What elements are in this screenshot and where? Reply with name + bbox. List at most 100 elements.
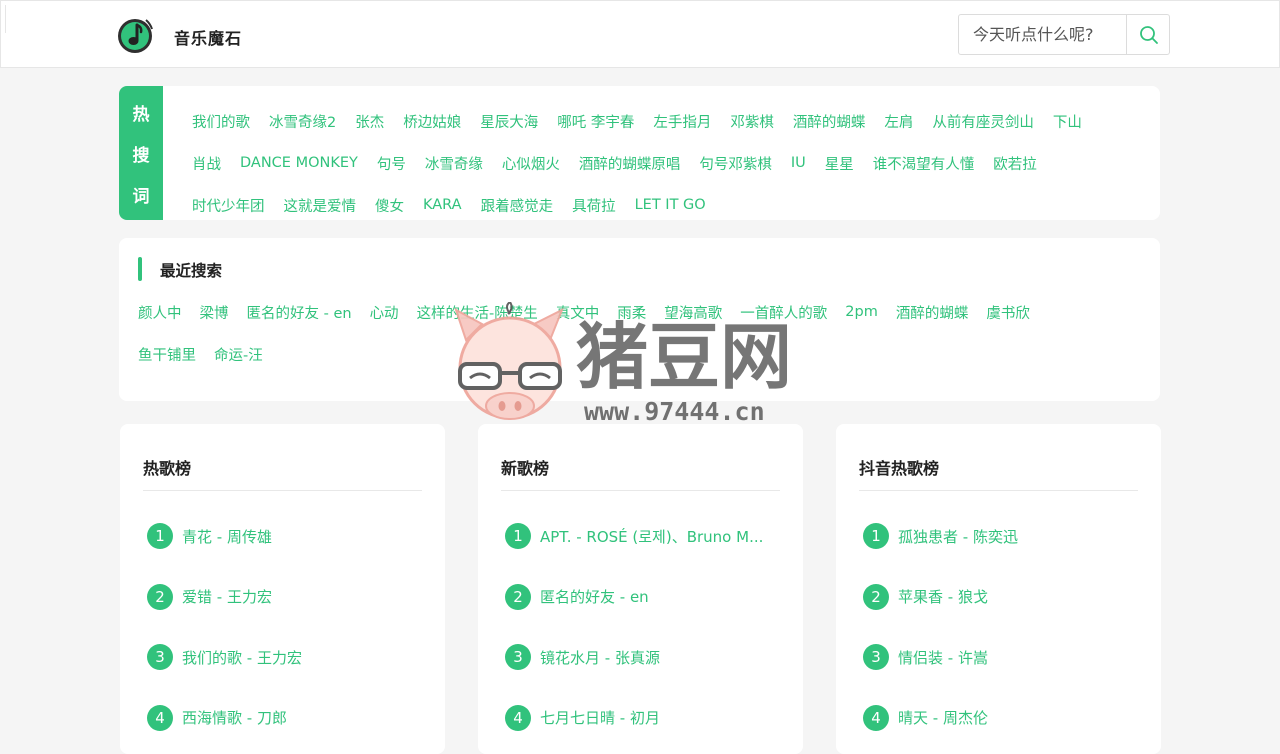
hot-keyword[interactable]: IU: [791, 155, 806, 171]
song-title[interactable]: 苹果香 - 狼戈: [898, 586, 988, 607]
song-item[interactable]: 3 我们的歌 - 王力宏: [147, 627, 427, 688]
song-item[interactable]: 3 镜花水月 - 张真源: [505, 627, 785, 688]
hot-keyword[interactable]: 哪吒 李宇春: [557, 111, 634, 132]
recent-keyword[interactable]: 心动: [370, 302, 399, 323]
hot-keyword[interactable]: 左肩: [884, 111, 913, 132]
hot-label-char: 词: [132, 186, 150, 207]
song-title[interactable]: 镜花水月 - 张真源: [540, 647, 660, 668]
hot-keyword[interactable]: 酒醉的蝴蝶: [793, 111, 866, 132]
hot-keyword[interactable]: 欧若拉: [993, 153, 1037, 174]
rank-badge: 1: [863, 523, 889, 550]
site-brand[interactable]: 音乐魔石: [174, 25, 242, 49]
song-title[interactable]: 七月七日晴 - 初月: [540, 707, 660, 728]
divider: [859, 490, 1138, 491]
hot-keyword[interactable]: 具荷拉: [572, 195, 616, 216]
recent-keyword[interactable]: 命运-汪: [214, 344, 263, 365]
song-title[interactable]: 我们的歌 - 王力宏: [182, 647, 302, 668]
song-title[interactable]: 晴天 - 周杰伦: [898, 707, 988, 728]
song-item[interactable]: 2 爱错 - 王力宏: [147, 567, 427, 628]
hot-keyword[interactable]: 酒醉的蝴蝶原唱: [579, 153, 681, 174]
song-item[interactable]: 4 西海情歌 - 刀郎: [147, 688, 427, 749]
song-list: 1 青花 - 周传雄 2 爱错 - 王力宏 3 我们的歌 - 王力宏 4 西海情歌 - …: [147, 506, 427, 748]
recent-keyword[interactable]: 这样的生活-陈楚生: [417, 302, 538, 323]
rank-badge: 2: [863, 583, 889, 610]
hot-label-char: 搜: [132, 145, 150, 166]
hot-keyword[interactable]: 这就是爱情: [284, 195, 357, 216]
hot-keyword[interactable]: 冰雪奇缘: [425, 153, 483, 174]
watermark-url: www.97444.cn: [584, 397, 765, 426]
chart-title[interactable]: 热歌榜: [143, 455, 191, 479]
recent-keyword[interactable]: 雨柔: [617, 302, 646, 323]
rank-badge: 2: [505, 583, 531, 610]
hot-keyword-row: 我们的歌 冰雪奇缘2 张杰 桥边姑娘 星辰大海 哪吒 李宇春 左手指月 邓紫棋 …: [192, 100, 1152, 142]
hot-keyword[interactable]: KARA: [423, 197, 462, 213]
song-title[interactable]: 青花 - 周传雄: [182, 526, 272, 547]
search-button[interactable]: [1126, 15, 1171, 54]
song-item[interactable]: 3 情侣装 - 许嵩: [863, 627, 1143, 688]
hot-keyword[interactable]: DANCE MONKEY: [240, 155, 358, 171]
rank-badge: 1: [505, 523, 531, 550]
hot-search-label: 热 搜 词: [119, 86, 163, 220]
hot-keyword[interactable]: 句号邓紫棋: [699, 153, 772, 174]
hot-keyword[interactable]: 邓紫棋: [730, 111, 774, 132]
recent-keyword[interactable]: 匿名的好友 - en: [247, 302, 352, 323]
hot-keyword[interactable]: 桥边姑娘: [403, 111, 461, 132]
hot-keyword[interactable]: 肖战: [192, 153, 221, 174]
recent-keyword-row: 鱼干铺里 命运-汪: [138, 333, 1138, 375]
song-title[interactable]: 爱错 - 王力宏: [182, 586, 272, 607]
hot-keyword[interactable]: 冰雪奇缘2: [269, 111, 336, 132]
song-item[interactable]: 4 晴天 - 周杰伦: [863, 688, 1143, 749]
chart-card-hot: 热歌榜 1 青花 - 周传雄 2 爱错 - 王力宏 3 我们的歌 - 王力宏 4 西海情…: [120, 424, 445, 754]
chart-card-douyin: 抖音热歌榜 1 孤独患者 - 陈奕迅 2 苹果香 - 狼戈 3 情侣装 - 许嵩 4晴…: [836, 424, 1161, 754]
song-item[interactable]: 4 七月七日晴 - 初月: [505, 688, 785, 749]
recent-keyword[interactable]: 2pm: [845, 304, 878, 320]
chart-title[interactable]: 抖音热歌榜: [859, 455, 939, 479]
hot-keyword[interactable]: 星星: [825, 153, 854, 174]
song-item[interactable]: 1 孤独患者 - 陈奕迅: [863, 506, 1143, 567]
chart-title[interactable]: 新歌榜: [501, 455, 549, 479]
hot-keyword[interactable]: 谁不渴望有人懂: [873, 153, 975, 174]
hot-keyword[interactable]: 左手指月: [653, 111, 711, 132]
hot-keyword[interactable]: 句号: [377, 153, 406, 174]
search-box: [958, 14, 1170, 55]
recent-search-panel: 最近搜索 颜人中 梁博 匿名的好友 - en 心动 这样的生活-陈楚生 真文中 …: [119, 238, 1160, 401]
hot-keyword[interactable]: 跟着感觉走: [481, 195, 554, 216]
hot-keyword[interactable]: 星辰大海: [480, 111, 538, 132]
song-title[interactable]: 孤独患者 - 陈奕迅: [898, 526, 1018, 547]
song-item[interactable]: 1 青花 - 周传雄: [147, 506, 427, 567]
recent-keyword[interactable]: 酒醉的蝴蝶: [896, 302, 969, 323]
rank-badge: 4: [147, 704, 173, 731]
hot-keyword[interactable]: 傻女: [375, 195, 404, 216]
hot-keyword-row: 时代少年团 这就是爱情 傻女 KARA 跟着感觉走 具荷拉 LET IT GO: [192, 184, 1152, 226]
song-title[interactable]: 匿名的好友 - en: [540, 586, 649, 607]
hot-keyword[interactable]: LET IT GO: [635, 197, 706, 213]
song-list: 1 APT. - ROSÉ (로제)、Bruno M... 2 匿名的好友 - en…: [505, 506, 785, 748]
recent-keyword[interactable]: 真文中: [556, 302, 600, 323]
recent-keyword[interactable]: 望海高歌: [664, 302, 722, 323]
recent-keyword[interactable]: 颜人中: [138, 302, 182, 323]
rank-badge: 3: [505, 644, 531, 671]
section-accent-bar: [138, 257, 142, 281]
recent-keyword[interactable]: 梁博: [200, 302, 229, 323]
hot-keyword[interactable]: 我们的歌: [192, 111, 250, 132]
divider: [143, 490, 422, 491]
hot-keyword[interactable]: 张杰: [355, 111, 384, 132]
hot-keyword[interactable]: 心似烟火: [502, 153, 560, 174]
rank-badge: 3: [863, 644, 889, 671]
recent-keyword[interactable]: 鱼干铺里: [138, 344, 196, 365]
search-input[interactable]: [959, 15, 1139, 54]
hot-keyword[interactable]: 从前有座灵剑山: [932, 111, 1034, 132]
song-item[interactable]: 2 苹果香 - 狼戈: [863, 567, 1143, 628]
music-logo-icon[interactable]: [115, 15, 155, 55]
hot-keyword[interactable]: 下山: [1053, 111, 1082, 132]
song-title[interactable]: 情侣装 - 许嵩: [898, 647, 988, 668]
hot-keyword[interactable]: 时代少年团: [192, 195, 265, 216]
song-title[interactable]: APT. - ROSÉ (로제)、Bruno M...: [540, 526, 763, 547]
recent-keyword[interactable]: 虞书欣: [986, 302, 1030, 323]
song-item[interactable]: 1 APT. - ROSÉ (로제)、Bruno M...: [505, 506, 785, 567]
song-item[interactable]: 2 匿名的好友 - en: [505, 567, 785, 628]
rank-badge: 4: [505, 704, 531, 731]
recent-keyword[interactable]: 一首醉人的歌: [740, 302, 827, 323]
top-header: 音乐魔石: [0, 0, 1280, 68]
song-title[interactable]: 西海情歌 - 刀郎: [182, 707, 287, 728]
